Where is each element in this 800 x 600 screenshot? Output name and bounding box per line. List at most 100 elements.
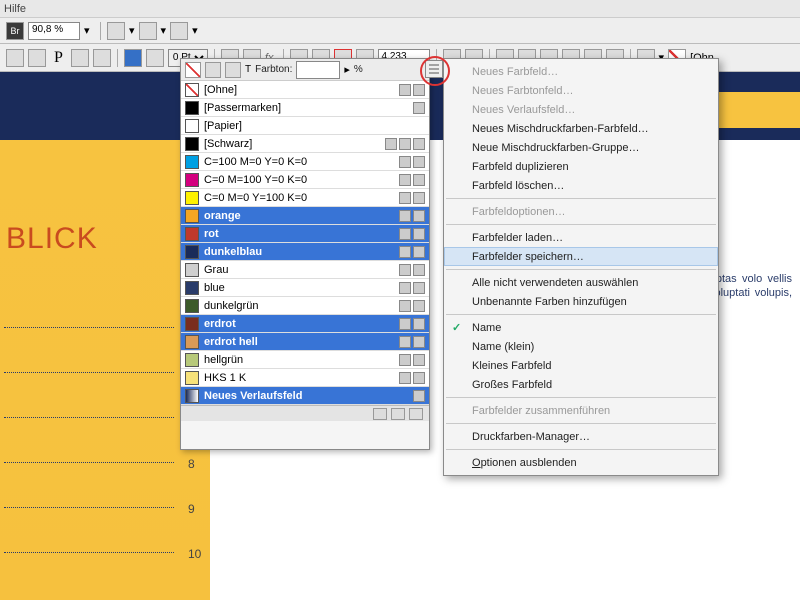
swatch-chip-icon [185,155,199,169]
swatch-row[interactable]: C=100 M=0 Y=0 K=0 [181,153,429,171]
menu-unbenannte[interactable]: Unbenannte Farben hinzufügen [444,292,718,311]
swatch-name-label: [Ohne] [204,84,394,96]
swatch-name-label: [Schwarz] [204,138,380,150]
swatch-row[interactable]: [Ohne] [181,81,429,99]
swatch-row[interactable]: HKS 1 K [181,369,429,387]
swatch-chip-icon [185,83,199,97]
menu-separator [446,397,716,398]
swatch-name-label: dunkelgrün [204,300,394,312]
swatch-flag-icon [399,138,411,150]
arrange-icon[interactable] [139,22,157,40]
br-icon[interactable]: Br [6,22,24,40]
menu-duplizieren[interactable]: Farbfeld duplizieren [444,157,718,176]
swatch-chip-icon [185,389,199,403]
swatch-flag-icon [413,300,425,312]
guide-line [4,462,174,463]
delete-swatch-icon[interactable] [409,408,423,420]
zoom-field[interactable]: 90,8 % [28,22,80,40]
menu-name-klein[interactable]: Name (klein) [444,337,718,356]
swatch-row[interactable]: [Papier] [181,117,429,135]
menu-name[interactable]: ✓Name [444,318,718,337]
menu-neue-misch-gruppe[interactable]: Neue Mischdruckfarben-Gruppe… [444,138,718,157]
menu-druckfarben[interactable]: Druckfarben-Manager… [444,427,718,446]
tint-field[interactable] [296,61,340,79]
swatch-row[interactable]: [Passermarken] [181,99,429,117]
menu-neues-farbfeld: Neues Farbfeld… [444,62,718,81]
fill-none-icon[interactable] [185,62,201,78]
menu-separator [446,198,716,199]
menu-speichern[interactable]: Farbfelder speichern… [444,247,718,266]
swatch-row[interactable]: dunkelgrün [181,297,429,315]
swatch-row[interactable]: erdrot [181,315,429,333]
swatches-list: [Ohne] [Passermarken][Papier] [Schwarz] C=1… [181,81,429,405]
swatch-flag-icon [413,282,425,294]
swatch-row[interactable]: C=0 M=100 Y=0 K=0 [181,171,429,189]
swatch-chip-icon [185,317,199,331]
swatch-chip-icon [185,209,199,223]
swatch-flag-icon [399,156,411,168]
swatch-row[interactable]: Neues Verlaufsfeld [181,387,429,405]
menu-alle-nicht[interactable]: Alle nicht verwendeten auswählen [444,273,718,292]
menu-loeschen[interactable]: Farbfeld löschen… [444,176,718,195]
swatch-flag-icon [413,156,425,168]
workspace-icon[interactable] [170,22,188,40]
swatch-chip-icon [185,137,199,151]
swatch-flag-icon [399,354,411,366]
fill-icon[interactable] [124,49,142,67]
swatch-flag-icon [399,192,411,204]
swatch-flags [399,372,425,384]
swatches-flyout-menu: Neues Farbfeld… Neues Farbtonfeld… Neues… [443,58,719,476]
menu-separator [446,423,716,424]
swatch-flag-icon [413,372,425,384]
menu-neues-misch-farbfeld[interactable]: Neues Mischdruckfarben-Farbfeld… [444,119,718,138]
swatch-row[interactable]: hellgrün [181,351,429,369]
formatting-icon[interactable] [205,62,221,78]
menu-laden[interactable]: Farbfelder laden… [444,228,718,247]
swatch-flag-icon [399,210,411,222]
menu-zusammen: Farbfelder zusammenführen [444,401,718,420]
check-icon: ✓ [452,321,461,334]
swatch-row[interactable]: C=0 M=0 Y=100 K=0 [181,189,429,207]
swatch-row[interactable]: Grau [181,261,429,279]
container-icon[interactable] [225,62,241,78]
tint-label: Farbton: [255,64,292,75]
swatch-flags [413,390,425,402]
menu-ausblenden[interactable]: Optionen ausblenden [444,453,718,472]
swatch-flag-icon [413,264,425,276]
tool-c[interactable] [71,49,89,67]
swatch-chip-icon [185,101,199,115]
tool-a[interactable] [6,49,24,67]
menu-grosses[interactable]: Großes Farbfeld [444,375,718,394]
swatch-name-label: hellgrün [204,354,394,366]
swatch-flag-icon [413,390,425,402]
swatch-flag-icon [413,192,425,204]
panel-flyout-button[interactable] [425,60,443,78]
guide-line [4,507,174,508]
menu-hilfe[interactable]: Hilfe [4,3,26,15]
menu-kleines[interactable]: Kleines Farbfeld [444,356,718,375]
swatch-name-label: rot [204,228,394,240]
swatch-row[interactable]: rot [181,225,429,243]
swatch-flag-icon [413,336,425,348]
swatch-flags [399,210,425,222]
tool-b[interactable] [28,49,46,67]
swatch-flags [399,156,425,168]
swatch-flag-icon [413,246,425,258]
swatch-flag-icon [399,174,411,186]
swatch-flag-icon [413,354,425,366]
swatch-row[interactable]: orange [181,207,429,225]
screen-mode-icon[interactable] [107,22,125,40]
swatch-row[interactable]: erdrot hell [181,333,429,351]
swatch-flag-icon [413,84,425,96]
menu-optionen: Farbfeldoptionen… [444,202,718,221]
stroke-icon[interactable] [146,49,164,67]
swatch-flag-icon [385,138,397,150]
swatch-row[interactable]: [Schwarz] [181,135,429,153]
swatch-chip-icon [185,299,199,313]
new-swatch-icon[interactable] [391,408,405,420]
swatch-name-label: HKS 1 K [204,372,394,384]
show-options-icon[interactable] [373,408,387,420]
tool-d[interactable] [93,49,111,67]
swatch-row[interactable]: dunkelblau [181,243,429,261]
swatch-row[interactable]: blue [181,279,429,297]
